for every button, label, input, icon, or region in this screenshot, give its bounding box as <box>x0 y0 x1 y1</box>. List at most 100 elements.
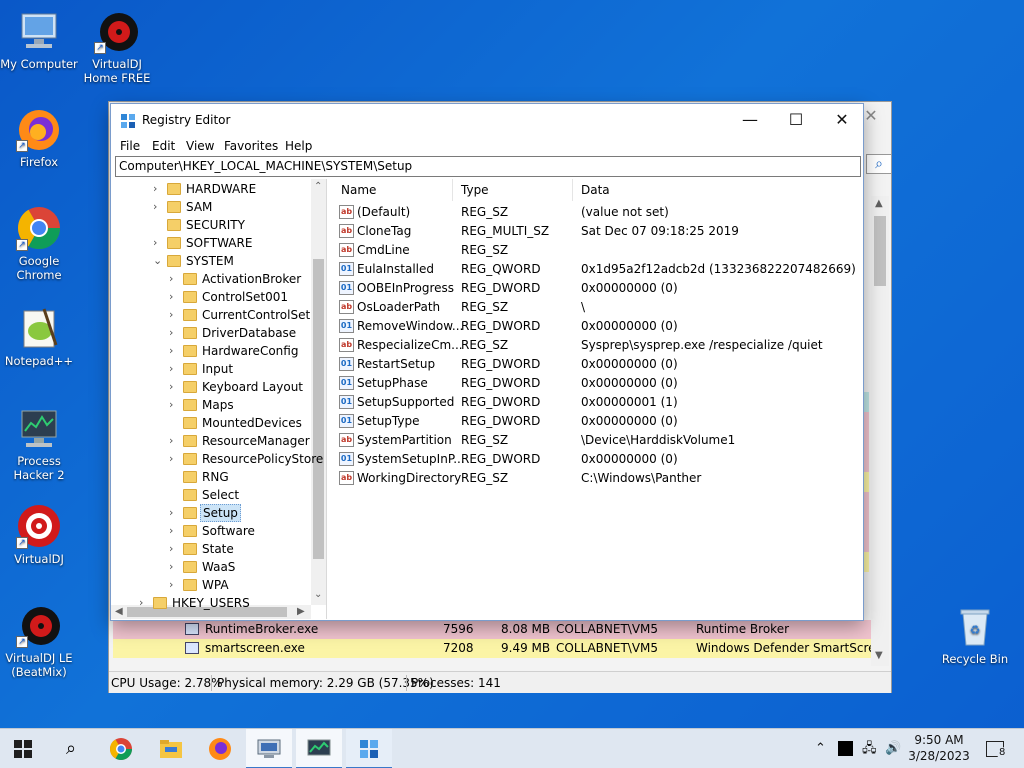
desktop-icon-virtualdj-le[interactable]: ↗ VirtualDJ LE (BeatMix) <box>0 602 78 679</box>
tree-item[interactable]: › ResourceManager <box>111 432 311 450</box>
chevron-right-icon[interactable]: › <box>169 504 179 522</box>
close-button[interactable]: ✕ <box>819 104 865 136</box>
value-row[interactable]: 01 OOBEInProgress REG_DWORD 0x00000000 (0) <box>333 279 863 298</box>
chevron-right-icon[interactable]: › <box>153 180 163 198</box>
desktop-icon-notepadpp[interactable]: Notepad++ <box>0 305 78 368</box>
start-button[interactable] <box>0 729 46 768</box>
tree-item[interactable]: SECURITY <box>111 216 311 234</box>
chevron-right-icon[interactable]: › <box>169 288 179 306</box>
chevron-right-icon[interactable]: › <box>169 522 179 540</box>
chevron-right-icon[interactable]: › <box>153 198 163 216</box>
minimize-button[interactable]: — <box>727 104 773 136</box>
table-row[interactable]: RuntimeBroker.exe 7596 8.08 MB COLLABNET… <box>113 620 871 639</box>
value-row[interactable]: ab OsLoaderPath REG_SZ \ <box>333 298 863 317</box>
menu-file[interactable]: File <box>120 139 140 153</box>
chevron-right-icon[interactable]: › <box>169 342 179 360</box>
tree-item[interactable]: › CurrentControlSet <box>111 306 311 324</box>
tree-item[interactable]: › ControlSet001 <box>111 288 311 306</box>
clock[interactable]: 9:50 AM 3/28/2023 <box>905 732 973 764</box>
desktop-icon-recycle-bin[interactable]: ♻ Recycle Bin <box>936 603 1014 666</box>
chevron-right-icon[interactable]: › <box>169 396 179 414</box>
taskbar-chrome-icon[interactable] <box>98 729 144 768</box>
taskbar-file-explorer-icon[interactable] <box>148 729 194 768</box>
value-row[interactable]: ab SystemPartition REG_SZ \Device\HarddiskV… <box>333 431 863 450</box>
chevron-right-icon[interactable]: › <box>169 540 179 558</box>
table-row[interactable]: smartscreen.exe 7208 9.49 MB COLLABNET\V… <box>113 639 871 658</box>
chevron-right-icon[interactable]: › <box>169 576 179 594</box>
column-header-type[interactable]: Type <box>453 179 573 201</box>
column-header-data[interactable]: Data <box>573 179 863 201</box>
registry-editor-window[interactable]: Registry Editor — ☐ ✕ File Edit View Fav… <box>110 103 864 621</box>
chevron-right-icon[interactable]: › <box>153 234 163 252</box>
tree-vertical-scrollbar[interactable]: ⌃ ⌄ <box>311 179 326 605</box>
tree-item[interactable]: › Setup <box>111 504 311 522</box>
maximize-button[interactable]: ☐ <box>773 104 819 136</box>
value-row[interactable]: 01 SetupSupported REG_DWORD 0x00000001 (1) <box>333 393 863 412</box>
menu-edit[interactable]: Edit <box>152 139 175 153</box>
scroll-thumb[interactable] <box>874 216 886 286</box>
value-row[interactable]: 01 RemoveWindow... REG_DWORD 0x00000000 (0) <box>333 317 863 336</box>
tray-overflow-chevron-icon[interactable]: ⌃ <box>815 729 826 768</box>
tree-item[interactable]: MountedDevices <box>111 414 311 432</box>
tree-item[interactable]: › Software <box>111 522 311 540</box>
ph-search-icon[interactable]: ⌕ <box>866 154 892 174</box>
chevron-right-icon[interactable]: › <box>169 378 179 396</box>
value-row[interactable]: 01 RestartSetup REG_DWORD 0x00000000 (0) <box>333 355 863 374</box>
notification-center-icon[interactable]: 8 <box>980 729 1010 768</box>
tree-item[interactable]: › SOFTWARE <box>111 234 311 252</box>
tree-item[interactable]: › HKEY_USERS <box>111 594 311 612</box>
tree-item[interactable]: › WaaS <box>111 558 311 576</box>
value-row[interactable]: 01 SetupPhase REG_DWORD 0x00000000 (0) <box>333 374 863 393</box>
taskbar-registry-editor-icon[interactable] <box>346 729 392 768</box>
volume-icon[interactable]: 🔊 <box>885 729 901 768</box>
taskbar-firefox-icon[interactable] <box>197 729 243 768</box>
scroll-up-icon[interactable]: ⌃ <box>314 181 322 192</box>
tree-item[interactable]: › DriverDatabase <box>111 324 311 342</box>
taskbar-process-hacker-icon[interactable] <box>296 729 342 768</box>
menu-help[interactable]: Help <box>285 139 312 153</box>
desktop-icon-my-computer[interactable]: My Computer <box>0 8 78 71</box>
tree-item[interactable]: › HARDWARE <box>111 180 311 198</box>
chevron-down-icon[interactable]: ⌄ <box>153 252 163 270</box>
tree-item[interactable]: › Input <box>111 360 311 378</box>
tree-item[interactable]: › HardwareConfig <box>111 342 311 360</box>
tree-item[interactable]: › Keyboard Layout <box>111 378 311 396</box>
value-row[interactable]: ab CloneTag REG_MULTI_SZ Sat Dec 07 09:18:2… <box>333 222 863 241</box>
taskbar-network-app-icon[interactable] <box>246 729 292 768</box>
chevron-right-icon[interactable]: › <box>169 360 179 378</box>
chevron-right-icon[interactable]: › <box>169 432 179 450</box>
tree-item[interactable]: › ResourcePolicyStore <box>111 450 323 468</box>
value-row[interactable]: ab WorkingDirectory REG_SZ C:\Windows\Panth… <box>333 469 863 488</box>
scroll-thumb[interactable] <box>313 259 324 559</box>
scroll-down-icon[interactable]: ▼ <box>875 650 883 661</box>
desktop-icon-process-hacker[interactable]: Process Hacker 2 <box>0 405 78 482</box>
chevron-right-icon[interactable]: › <box>169 306 179 324</box>
value-row[interactable]: ab CmdLine REG_SZ <box>333 241 863 260</box>
value-row[interactable]: ab (Default) REG_SZ (value not set) <box>333 203 863 222</box>
value-row[interactable]: 01 SetupType REG_DWORD 0x00000000 (0) <box>333 412 863 431</box>
address-bar[interactable]: Computer\HKEY_LOCAL_MACHINE\SYSTEM\Setup <box>115 156 861 177</box>
tree-item[interactable]: › Maps <box>111 396 311 414</box>
scroll-up-icon[interactable]: ▲ <box>875 198 883 209</box>
menu-view[interactable]: View <box>186 139 214 153</box>
value-row[interactable]: ab RespecializeCm... REG_SZ Sysprep\sysprep… <box>333 336 863 355</box>
menu-favorites[interactable]: Favorites <box>224 139 278 153</box>
chevron-right-icon[interactable]: › <box>139 594 149 612</box>
tray-app-icon[interactable] <box>838 729 853 768</box>
key-tree[interactable]: ⌃ ⌄ ◀ ▶ › HARDWARE › SAM SECURITY › SOFTWARE ⌄ S… <box>111 179 327 619</box>
tree-item[interactable]: › WPA <box>111 576 311 594</box>
search-icon[interactable]: ⌕ <box>48 729 94 768</box>
value-row[interactable]: 01 SystemSetupInP... REG_DWORD 0x00000000 (… <box>333 450 863 469</box>
network-icon[interactable]: 🖧 <box>862 729 877 768</box>
chevron-right-icon[interactable]: › <box>169 450 179 468</box>
value-row[interactable]: 01 EulaInstalled REG_QWORD 0x1d95a2f12adcb2… <box>333 260 863 279</box>
chevron-right-icon[interactable]: › <box>169 270 179 288</box>
tree-item[interactable]: Select <box>111 486 311 504</box>
tree-item[interactable]: ⌄ SYSTEM <box>111 252 311 270</box>
tree-item[interactable]: › ActivationBroker <box>111 270 311 288</box>
desktop-icon-chrome[interactable]: ↗ Google Chrome <box>0 205 78 282</box>
column-header-name[interactable]: Name <box>333 179 453 201</box>
desktop-icon-virtualdj-home[interactable]: ↗ VirtualDJ Home FREE <box>78 8 156 85</box>
ph-vertical-scrollbar[interactable]: ▲ ▼ <box>871 196 889 666</box>
tree-item[interactable]: RNG <box>111 468 311 486</box>
